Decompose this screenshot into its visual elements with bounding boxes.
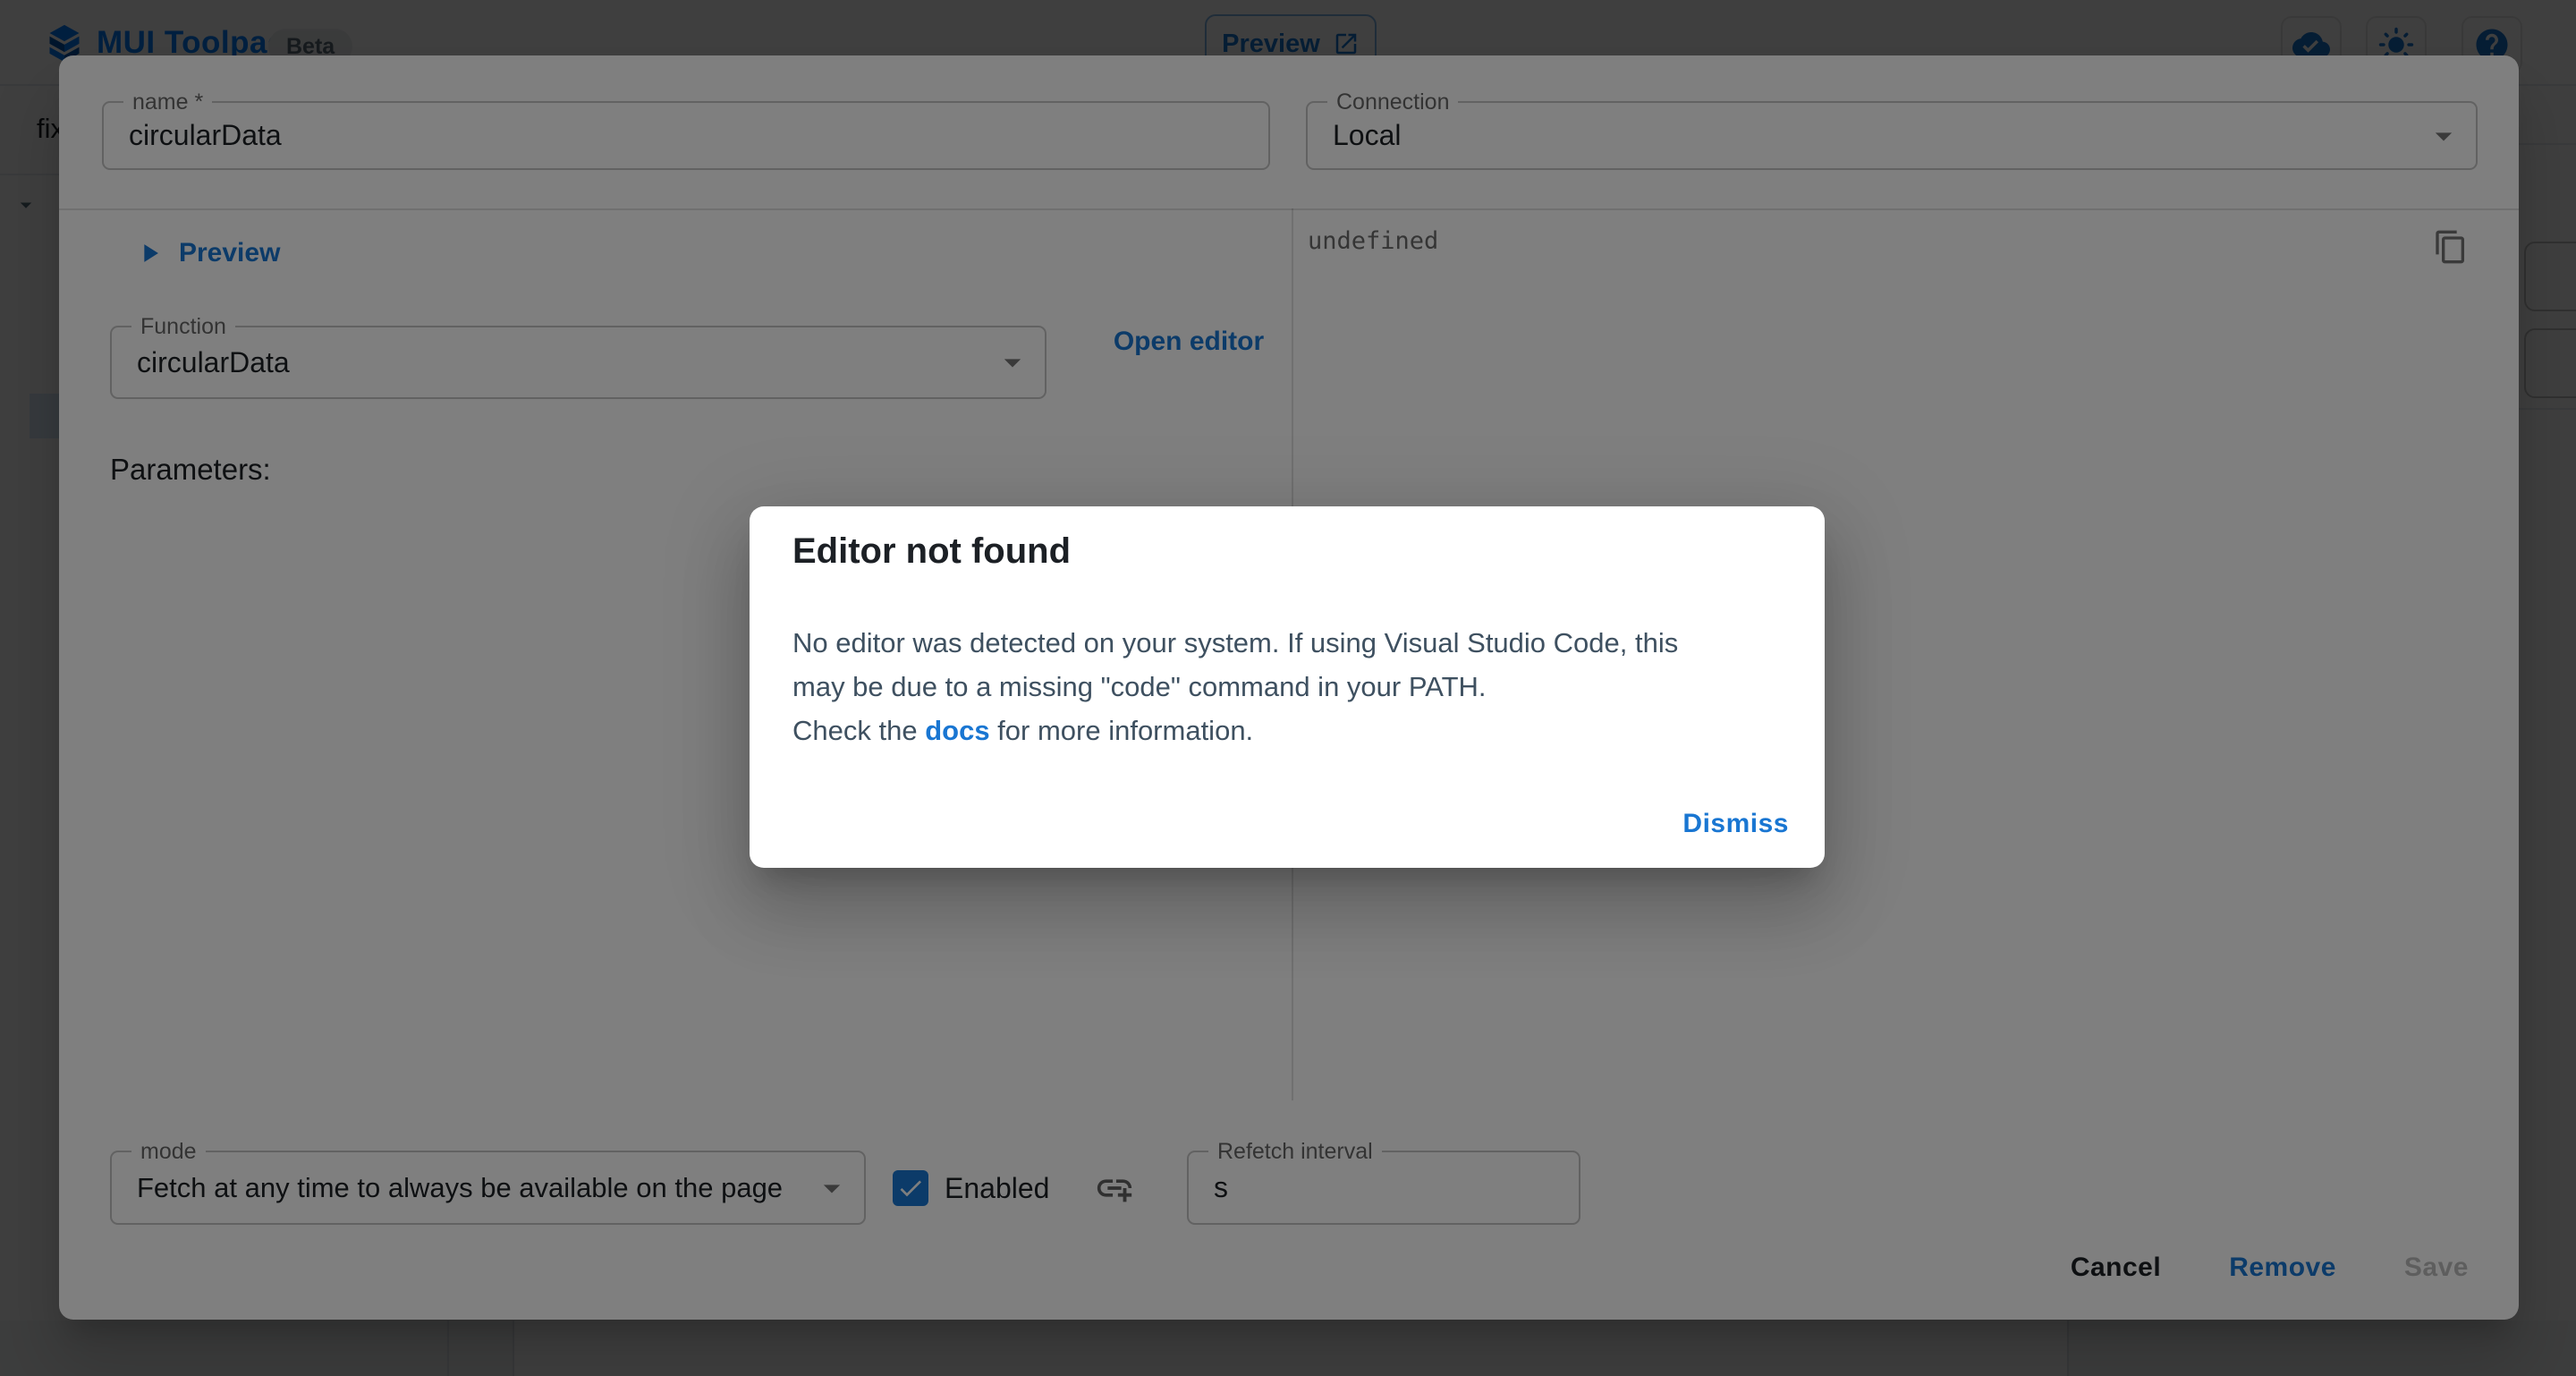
screen: MUI Toolpad Beta Preview fix [0, 0, 2576, 1376]
dialog-body-line1: No editor was detected on your system. I… [792, 627, 1678, 658]
docs-link[interactable]: docs [925, 715, 989, 746]
dialog-actions: Dismiss [1682, 809, 1789, 839]
dialog-body-line2: may be due to a missing "code" command i… [792, 671, 1487, 702]
dialog-title: Editor not found [792, 531, 1071, 572]
dialog-body: No editor was detected on your system. I… [792, 621, 1784, 752]
dialog-body-line3-suffix: for more information. [990, 715, 1254, 746]
dismiss-button[interactable]: Dismiss [1682, 809, 1789, 839]
editor-not-found-dialog: Editor not found No editor was detected … [750, 506, 1825, 868]
dialog-body-line3-prefix: Check the [792, 715, 925, 746]
